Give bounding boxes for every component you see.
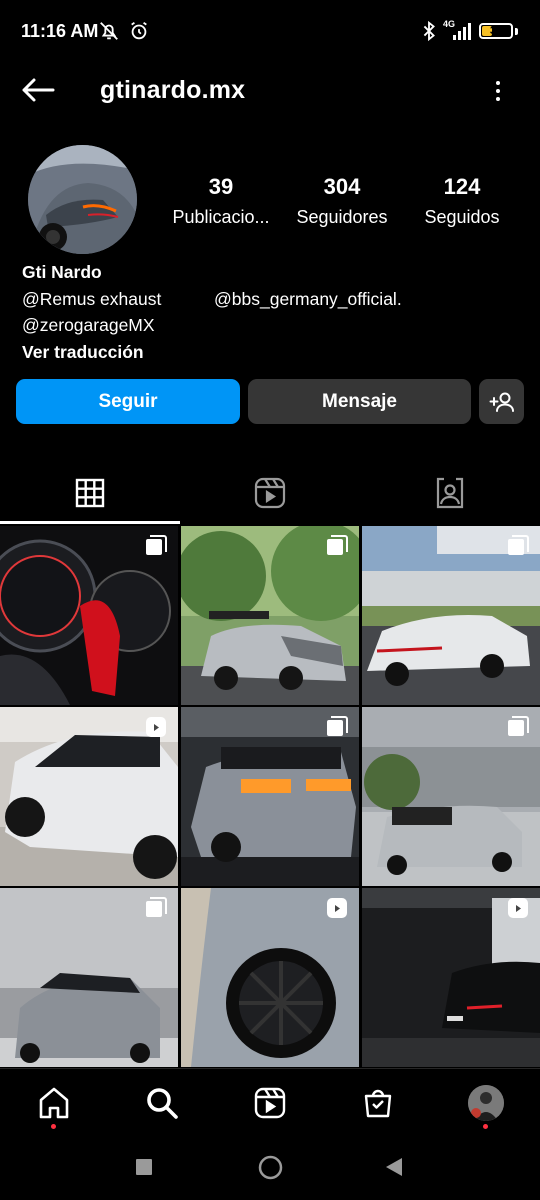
system-navigation: [0, 1142, 540, 1200]
stat-posts[interactable]: 39 Publicacio...: [161, 174, 281, 230]
nav-shop[interactable]: [358, 1083, 398, 1123]
back-arrow-icon: [22, 78, 55, 102]
shop-icon: [364, 1089, 392, 1118]
status-bar: 11:16 AM 4G 36: [0, 0, 540, 64]
carousel-icon: [327, 535, 348, 555]
stat-followers-label: Seguidores: [296, 207, 388, 227]
see-translation-link[interactable]: Ver traducción: [22, 339, 522, 366]
profile-bio: Gti Nardo @Remus exhaust @bbs_germany_of…: [22, 259, 522, 365]
reels-icon: [254, 1087, 286, 1119]
mention-link[interactable]: @Remus exhaust: [22, 286, 161, 313]
home-circle-icon: [258, 1155, 283, 1180]
system-back-button[interactable]: [386, 1158, 402, 1181]
more-dot-icon: [496, 89, 500, 93]
battery-icon: 36: [479, 23, 513, 39]
carousel-icon: [508, 535, 529, 555]
tab-tagged[interactable]: [360, 464, 540, 522]
nav-home[interactable]: [34, 1083, 74, 1123]
back-triangle-icon: [386, 1158, 402, 1176]
bluetooth-icon: [423, 20, 435, 42]
carousel-icon: [146, 535, 167, 555]
signal-icon: 4G: [443, 19, 473, 41]
reel-icon: [146, 717, 166, 737]
recents-button[interactable]: [136, 1159, 152, 1180]
status-icons-right: 4G 36: [421, 19, 518, 42]
post-thumbnail[interactable]: [0, 526, 178, 705]
tab-reels[interactable]: [180, 464, 360, 522]
post-thumbnail[interactable]: [181, 707, 359, 886]
status-time: 11:16 AM: [21, 21, 99, 41]
profile-name: Gti Nardo: [22, 262, 102, 282]
profile-header: gtinardo.mx: [0, 64, 540, 116]
stat-posts-count: 39: [208, 174, 234, 199]
grid-icon: [75, 478, 105, 508]
profile-tabs: [0, 464, 540, 524]
mention-link[interactable]: @zerogarageMX: [22, 312, 522, 339]
post-thumbnail[interactable]: [181, 526, 359, 705]
battery-level: 36: [489, 25, 503, 37]
add-user-icon: [489, 392, 514, 412]
post-thumbnail[interactable]: [362, 888, 540, 1067]
carousel-icon: [508, 716, 529, 736]
bottom-navigation: [0, 1068, 540, 1142]
reels-icon: [254, 477, 286, 509]
post-thumbnail[interactable]: [0, 888, 178, 1067]
reel-icon: [508, 898, 528, 918]
post-thumbnail[interactable]: [181, 888, 359, 1067]
profile-avatar[interactable]: [28, 145, 137, 254]
stat-followers-count: 304: [323, 174, 361, 199]
message-button[interactable]: Mensaje: [248, 379, 471, 424]
nav-reels[interactable]: [250, 1083, 290, 1123]
profile-avatar: [468, 1085, 504, 1121]
tab-posts-grid[interactable]: [0, 464, 180, 522]
nav-profile[interactable]: [466, 1083, 506, 1123]
post-thumbnail[interactable]: [362, 526, 540, 705]
page-title: gtinardo.mx: [100, 76, 246, 104]
more-options-button[interactable]: [486, 76, 510, 106]
post-thumbnail[interactable]: [362, 707, 540, 886]
reel-icon: [327, 898, 347, 918]
more-dot-icon: [496, 97, 500, 101]
alarm-icon: [131, 21, 147, 40]
bio-mentions-line: @Remus exhaust @bbs_germany_official.: [22, 286, 522, 313]
follow-button[interactable]: Seguir: [16, 379, 240, 424]
home-icon: [39, 1087, 69, 1119]
recents-icon: [136, 1159, 152, 1175]
notification-dot: [51, 1124, 56, 1129]
system-home-button[interactable]: [258, 1155, 283, 1185]
carousel-icon: [327, 716, 348, 736]
stat-following-count: 124: [443, 174, 481, 199]
tab-active-indicator: [0, 521, 180, 524]
tagged-icon: [436, 477, 464, 509]
carousel-icon: [146, 897, 167, 917]
stat-following[interactable]: 124 Seguidos: [402, 174, 522, 230]
nav-search[interactable]: [142, 1083, 182, 1123]
stat-posts-label: Publicacio...: [172, 207, 270, 227]
notification-dot: [483, 1124, 488, 1129]
stat-followers[interactable]: 304 Seguidores: [282, 174, 402, 230]
post-thumbnail[interactable]: [0, 707, 178, 886]
back-button[interactable]: [18, 74, 58, 106]
search-icon: [147, 1088, 178, 1119]
stat-following-label: Seguidos: [424, 207, 500, 227]
mention-link[interactable]: @bbs_germany_official.: [214, 286, 402, 313]
car-photo: [28, 145, 137, 254]
suggested-accounts-button[interactable]: [479, 379, 524, 424]
battery-tip: [515, 27, 518, 35]
more-dot-icon: [496, 81, 500, 85]
mute-icon: [100, 22, 118, 40]
status-icons-left: [98, 20, 150, 42]
